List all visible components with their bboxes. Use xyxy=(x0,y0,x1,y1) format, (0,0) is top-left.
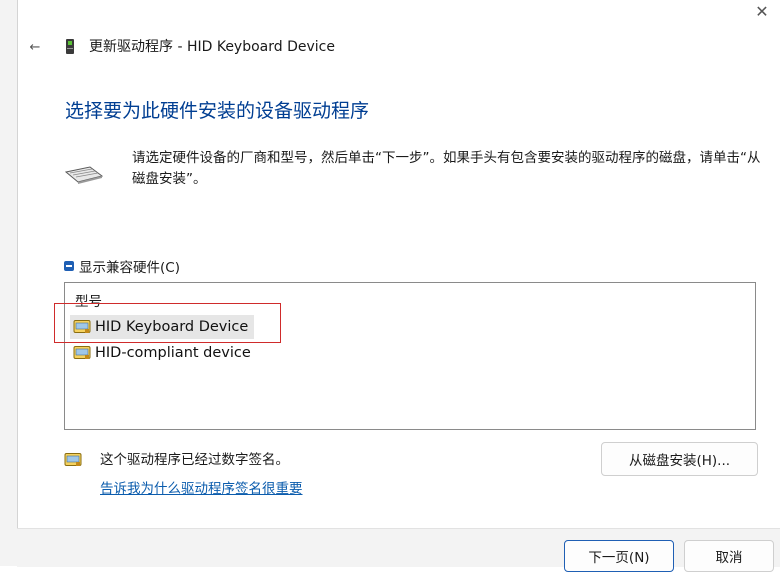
wizard-title: 更新驱动程序 - HID Keyboard Device xyxy=(89,39,335,55)
list-item-label: HID-compliant device xyxy=(95,345,251,361)
page-heading: 选择要为此硬件安装的设备驱动程序 xyxy=(65,100,370,122)
signature-status-text: 这个驱动程序已经过数字签名。 xyxy=(100,452,289,468)
model-list[interactable]: 型号 HID Keyboard Device HID-compliant dev… xyxy=(64,282,756,430)
device-wizard-icon xyxy=(66,39,74,54)
checkbox-checked-icon xyxy=(64,261,74,271)
driver-device-icon xyxy=(73,320,91,333)
show-compatible-label: 显示兼容硬件(C) xyxy=(79,260,180,276)
close-icon: ✕ xyxy=(755,1,769,21)
signature-info-link[interactable]: 告诉我为什么驱动程序签名很重要 xyxy=(100,479,303,499)
list-item-hid-keyboard-device[interactable]: HID Keyboard Device xyxy=(70,315,255,339)
certificate-icon xyxy=(64,453,82,466)
driver-device-icon xyxy=(73,346,91,359)
instruction-text: 请选定硬件设备的厂商和型号，然后单击“下一步”。如果手头有包含要安装的驱动程序的… xyxy=(132,150,761,187)
back-button[interactable]: ← xyxy=(27,38,43,56)
cancel-button[interactable]: 取消 xyxy=(684,540,774,572)
window-left-border xyxy=(0,0,18,566)
keyboard-icon xyxy=(64,166,104,184)
have-disk-button[interactable]: 从磁盘安装(H)... xyxy=(601,442,758,476)
list-item-hid-compliant-device[interactable]: HID-compliant device xyxy=(70,341,257,365)
list-header-model: 型号 xyxy=(75,294,102,310)
show-compatible-checkbox[interactable]: 显示兼容硬件(C) xyxy=(64,256,180,276)
list-item-label: HID Keyboard Device xyxy=(95,319,249,335)
close-button[interactable]: ✕ xyxy=(748,0,776,22)
back-arrow-icon: ← xyxy=(29,39,41,55)
next-button[interactable]: 下一页(N) xyxy=(564,540,674,572)
